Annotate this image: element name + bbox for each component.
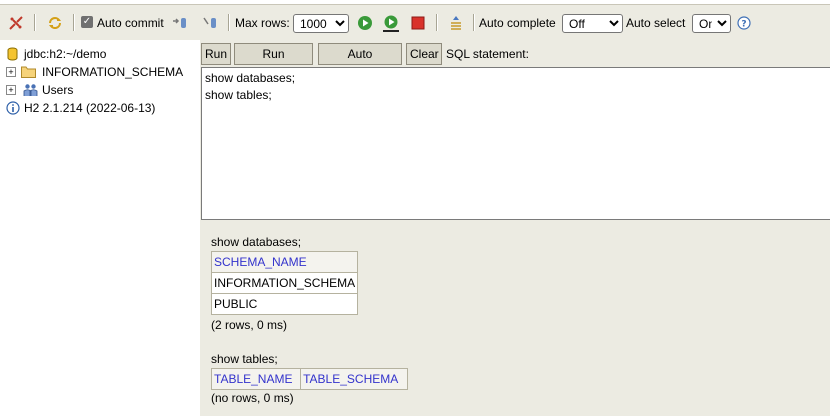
help-icon[interactable]: ? [735,14,753,32]
svg-text:?: ? [741,20,746,30]
info-icon [6,101,20,118]
toolbar-separator [436,14,438,31]
tree-item-label: Users [42,83,74,97]
expand-icon[interactable]: + [6,85,16,95]
history-icon[interactable] [447,14,465,32]
auto-select-label: Auto select [626,16,686,30]
auto-select-select[interactable]: On [692,14,731,33]
auto-complete-button[interactable]: Auto complete [318,43,402,81]
results-panel: show databases; SCHEMA_NAME INFORMATION_… [200,221,830,416]
run-button[interactable]: Run [201,43,231,65]
version-label: H2 2.1.214 (2022-06-13) [24,101,156,115]
result-summary: (2 rows, 0 ms) [211,318,288,332]
toolbar-separator [228,14,230,31]
folder-icon [21,65,36,81]
database-icon [7,47,18,64]
auto-complete-select[interactable]: Off [562,14,623,33]
result-table: SCHEMA_NAME INFORMATION_SCHEMA PUBLIC [210,251,359,315]
column-header[interactable]: SCHEMA_NAME [210,251,359,273]
refresh-icon[interactable] [46,14,64,32]
query-panel: Run Run Selected Auto complete Clear SQL… [200,40,830,221]
toolbar: ✓ Auto commit Max rows: 1000 Auto comple… [0,4,830,40]
auto-complete-label: Auto complete [479,16,556,30]
column-header[interactable]: TABLE_SCHEMA [300,368,408,390]
result-summary: (no rows, 0 ms) [211,391,294,405]
sql-editor[interactable]: show databases; show tables; [201,67,830,220]
table-cell: INFORMATION_SCHEMA [210,272,359,294]
auto-commit-checkbox[interactable]: ✓ [81,16,93,28]
column-header[interactable]: TABLE_NAME [210,368,302,390]
users-icon [23,83,38,100]
tree-item-label: INFORMATION_SCHEMA [42,65,184,79]
result-table: TABLE_NAME TABLE_SCHEMA [210,368,408,390]
table-cell: PUBLIC [210,293,359,315]
stop-icon[interactable] [409,14,427,32]
auto-commit-label: Auto commit [97,16,164,30]
run-selected-icon[interactable] [382,14,400,32]
run-selected-button[interactable]: Run Selected [234,43,313,81]
disconnect-icon[interactable] [7,14,25,32]
table-row: INFORMATION_SCHEMA [210,272,359,294]
expand-icon[interactable]: + [6,67,16,77]
toolbar-separator [473,14,475,31]
toolbar-separator [34,14,36,31]
toolbar-separator [73,14,75,31]
connection-url: jdbc:h2:~/demo [24,47,107,61]
object-tree: jdbc:h2:~/demo + INFORMATION_SCHEMA + Us… [0,40,200,416]
clear-button[interactable]: Clear [406,43,442,65]
table-row: PUBLIC [210,293,359,315]
commit-icon[interactable] [171,14,189,32]
sql-statement-label: SQL statement: [446,47,529,61]
max-rows-select[interactable]: 1000 [293,14,349,33]
run-icon[interactable] [356,14,374,32]
result-statement: show tables; [211,352,278,366]
rollback-icon[interactable] [201,14,219,32]
result-statement: show databases; [211,235,302,249]
max-rows-label: Max rows: [235,16,290,30]
